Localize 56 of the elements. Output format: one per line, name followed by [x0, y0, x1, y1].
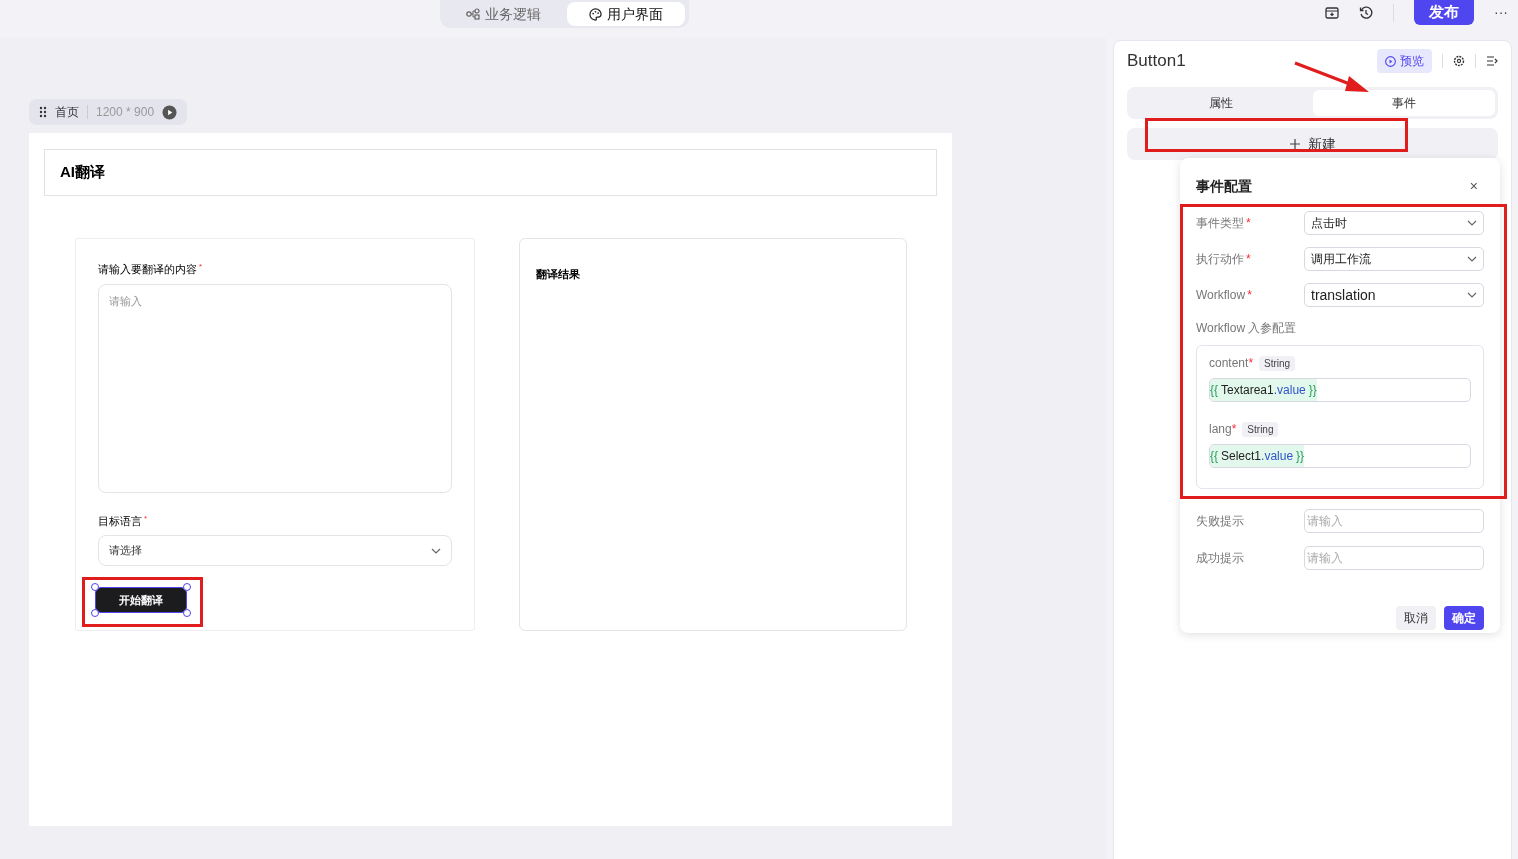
resize-handle[interactable]: [91, 609, 99, 618]
param-name: content*: [1209, 355, 1254, 372]
resize-handle[interactable]: [183, 609, 191, 618]
chevron-down-icon: [1467, 256, 1477, 262]
param-name: lang*: [1209, 421, 1237, 438]
drag-handle-icon[interactable]: [39, 106, 47, 118]
result-title: 翻译结果: [536, 268, 580, 280]
app-title: AI翻译: [60, 162, 105, 183]
field-label: 目标语言 *: [98, 512, 149, 529]
field-label: 成功提示: [1196, 550, 1245, 567]
field-label: 失败提示: [1196, 513, 1245, 530]
dropdown-field[interactable]: 调用工作流: [1304, 247, 1484, 271]
panel-title: Button1: [1127, 50, 1186, 73]
top-tab[interactable]: 业务逻辑: [444, 2, 563, 26]
expression-field[interactable]: {{ Textarea1.value }}: [1209, 378, 1471, 402]
publish-button[interactable]: 发布: [1414, 0, 1474, 25]
cancel-button[interactable]: 取消: [1396, 606, 1436, 630]
chevron-down-icon: [1467, 292, 1477, 298]
play-icon[interactable]: [162, 104, 178, 120]
history-icon[interactable]: [1359, 5, 1373, 20]
type-tag: String: [1242, 421, 1279, 437]
settings-icon[interactable]: [1453, 55, 1465, 67]
content-textarea[interactable]: 请输入: [98, 283, 452, 493]
resize-handle[interactable]: [91, 583, 99, 591]
resize-handle[interactable]: [183, 583, 191, 591]
nodes-icon: [466, 8, 480, 20]
palette-icon: [589, 7, 602, 21]
plus-icon: [1289, 139, 1300, 149]
text-input[interactable]: 请输入: [1304, 509, 1484, 533]
start-translate-button[interactable]: 开始翻译: [95, 587, 187, 614]
chevron-down-icon: [431, 547, 441, 554]
dropdown-field[interactable]: translation: [1304, 283, 1484, 307]
save-icon[interactable]: [1325, 6, 1339, 19]
confirm-button[interactable]: 确定: [1444, 606, 1484, 630]
page-name: 首页: [55, 104, 79, 121]
field-label: 请输入要翻译的内容 *: [98, 261, 204, 277]
section-label: Workflow 入参配置: [1196, 320, 1298, 337]
popover-title: 事件配置: [1196, 176, 1252, 196]
panel-tab[interactable]: 属性: [1130, 90, 1313, 116]
page-size: 1200 * 900: [96, 104, 155, 121]
text-input[interactable]: 请输入: [1304, 546, 1484, 570]
collapse-icon[interactable]: [1486, 56, 1498, 66]
field-label: 事件类型 *: [1196, 215, 1252, 232]
field-label: Workflow *: [1196, 287, 1253, 304]
language-select[interactable]: 请选择: [98, 535, 452, 566]
top-tab[interactable]: 用户界面: [567, 2, 685, 26]
dropdown-field[interactable]: 点击时: [1304, 211, 1484, 235]
chevron-down-icon: [1467, 220, 1477, 226]
preview-button[interactable]: 预览: [1377, 49, 1432, 73]
close-button[interactable]: ×: [1469, 175, 1478, 197]
expression-field[interactable]: {{ Select1.value }}: [1209, 444, 1471, 468]
type-tag: String: [1259, 355, 1296, 371]
field-label: 执行动作 *: [1196, 251, 1252, 268]
play-icon: [1385, 55, 1396, 67]
panel-tab[interactable]: 事件: [1312, 90, 1495, 116]
more-button[interactable]: ···: [1494, 2, 1508, 23]
